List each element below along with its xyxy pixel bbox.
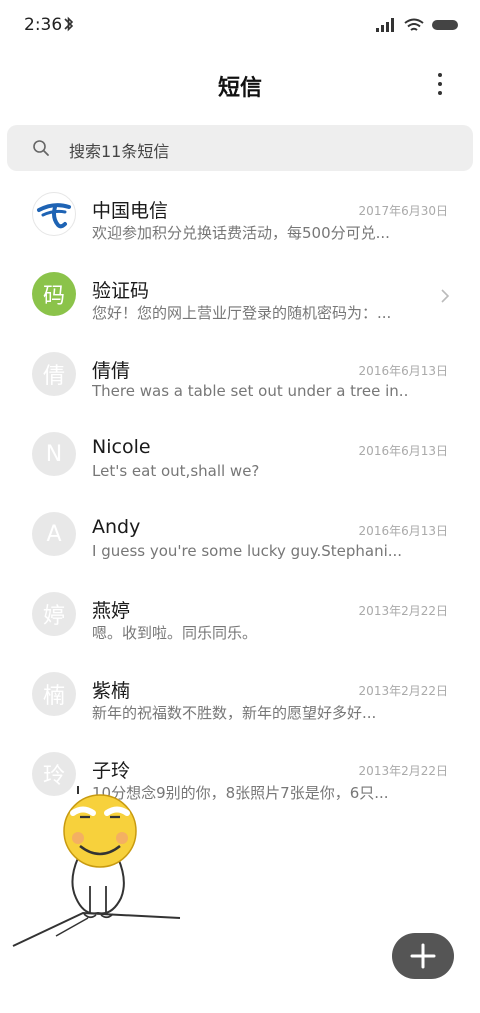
battery-icon [432, 20, 458, 30]
avatar: N [32, 432, 76, 476]
plus-icon [410, 943, 436, 969]
conversation-item[interactable]: 倩 倩倩 There was a table set out under a t… [0, 328, 480, 408]
message-preview: 嗯。收到啦。同乐同乐。 [92, 624, 258, 642]
contact-name: 验证码 [92, 280, 150, 302]
conversation-item[interactable]: N Nicole Let's eat out,shall we? 2016年6月… [0, 408, 480, 488]
contact-name: Andy [92, 516, 141, 538]
signal-icon [376, 18, 394, 32]
title-bar: 短信 [0, 60, 480, 108]
search-input[interactable]: 搜索11条短信 [7, 125, 473, 171]
message-date: 2016年6月13日 [358, 364, 448, 378]
avatar: A [32, 512, 76, 556]
message-preview: There was a table set out under a tree i… [92, 382, 410, 400]
contact-name: 子玲 [92, 760, 131, 782]
page-title: 短信 [217, 76, 262, 101]
avatar: 楠 [32, 672, 76, 716]
status-bar: 2:36 [0, 0, 480, 52]
contact-name: 燕婷 [92, 600, 131, 622]
emoji-sticker-icon [12, 786, 181, 947]
conversation-item[interactable]: 婷 燕婷 嗯。收到啦。同乐同乐。 2013年2月22日 [0, 568, 480, 648]
conversation-item[interactable]: A Andy I guess you're some lucky guy.Ste… [0, 488, 480, 568]
contact-name: 倩倩 [92, 360, 131, 382]
chevron-right-icon [441, 289, 450, 303]
search-icon [33, 140, 49, 156]
bluetooth-icon [64, 16, 74, 32]
message-preview: 您好！您的网上营业厅登录的随机密码为：... [92, 304, 392, 322]
contact-name: 中国电信 [92, 200, 169, 222]
avatar: 码 [32, 272, 76, 316]
conversation-item[interactable]: 码 验证码 您好！您的网上营业厅登录的随机密码为：... [0, 248, 480, 328]
message-date: 2016年6月13日 [358, 444, 448, 458]
contact-name: 紫楠 [92, 680, 131, 702]
message-date: 2013年2月22日 [358, 684, 448, 698]
message-preview: 新年的祝福数不胜数，新年的愿望好多好... [92, 704, 377, 722]
china-telecom-logo-icon [37, 203, 71, 229]
avatar [32, 192, 76, 236]
compose-button[interactable] [392, 933, 454, 979]
conversation-item[interactable]: 中国电信 欢迎参加积分兑换话费活动，每500分可兑... 2017年6月30日 [0, 168, 480, 248]
conversation-item[interactable]: 楠 紫楠 新年的祝福数不胜数，新年的愿望好多好... 2013年2月22日 [0, 648, 480, 728]
avatar: 婷 [32, 592, 76, 636]
message-date: 2017年6月30日 [358, 204, 448, 218]
more-vertical-icon[interactable] [430, 70, 450, 98]
message-preview: I guess you're some lucky guy.Stephani..… [92, 542, 403, 560]
avatar: 倩 [32, 352, 76, 396]
search-placeholder: 搜索11条短信 [69, 142, 170, 161]
message-date: 2016年6月13日 [358, 524, 448, 538]
message-preview: 欢迎参加积分兑换话费活动，每500分可兑... [92, 224, 390, 242]
message-date: 2013年2月22日 [358, 604, 448, 618]
status-icons [376, 16, 458, 34]
conversation-list: 中国电信 欢迎参加积分兑换话费活动，每500分可兑... 2017年6月30日 … [0, 168, 480, 808]
message-date: 2013年2月22日 [358, 764, 448, 778]
contact-name: Nicole [92, 436, 151, 458]
message-preview: Let's eat out,shall we? [92, 462, 260, 480]
wifi-icon [404, 18, 424, 31]
status-time: 2:36 [24, 15, 63, 35]
